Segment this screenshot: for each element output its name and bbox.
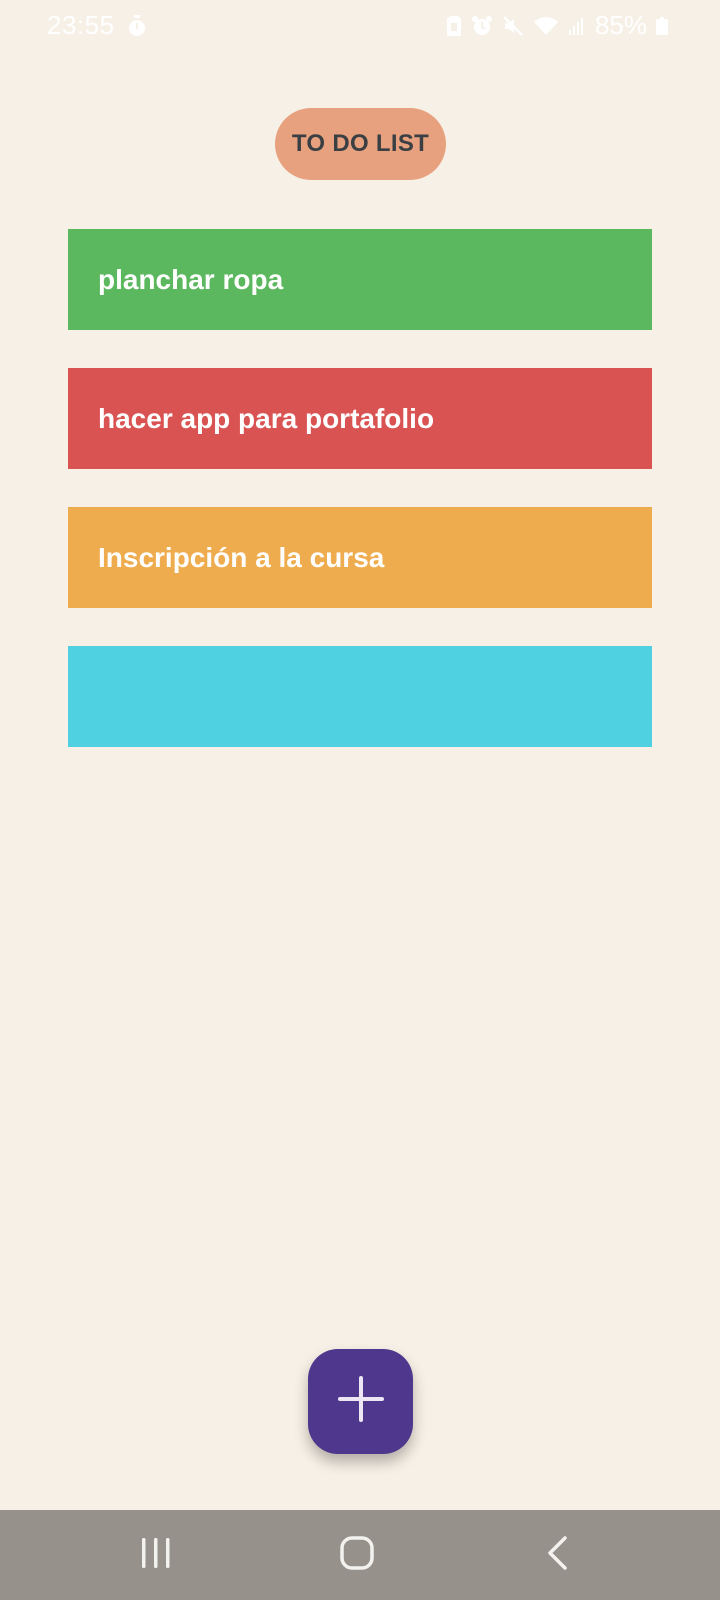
signal-icon	[568, 15, 586, 37]
battery-icon	[656, 15, 668, 37]
recent-apps-button[interactable]	[106, 1510, 206, 1600]
task-label: planchar ropa	[98, 263, 284, 295]
back-icon	[545, 1535, 571, 1576]
navigation-bar	[0, 1510, 720, 1600]
status-time: 23:55	[47, 10, 115, 40]
plus-icon	[337, 1376, 384, 1427]
sim-icon	[446, 15, 462, 37]
recent-apps-icon	[139, 1536, 173, 1575]
battery-percent: 85%	[594, 10, 647, 40]
task-card[interactable]	[68, 646, 652, 747]
add-task-button[interactable]	[308, 1349, 413, 1454]
page-title: TO DO LIST	[275, 108, 446, 180]
status-bar: 23:55 85%	[0, 0, 720, 52]
wifi-icon	[533, 15, 559, 37]
task-list: planchar ropa hacer app para portafolio …	[68, 229, 652, 785]
task-card[interactable]: Inscripción a la cursa	[68, 507, 652, 608]
task-label: Inscripción a la cursa	[98, 541, 385, 573]
back-button[interactable]	[508, 1510, 608, 1600]
home-button[interactable]	[307, 1510, 407, 1600]
home-icon	[339, 1535, 375, 1576]
task-card[interactable]: planchar ropa	[68, 229, 652, 330]
alarm-icon	[471, 15, 493, 37]
mute-icon	[502, 15, 524, 37]
timer-icon	[127, 14, 147, 37]
task-card[interactable]: hacer app para portafolio	[68, 368, 652, 469]
task-label: hacer app para portafolio	[98, 402, 435, 434]
